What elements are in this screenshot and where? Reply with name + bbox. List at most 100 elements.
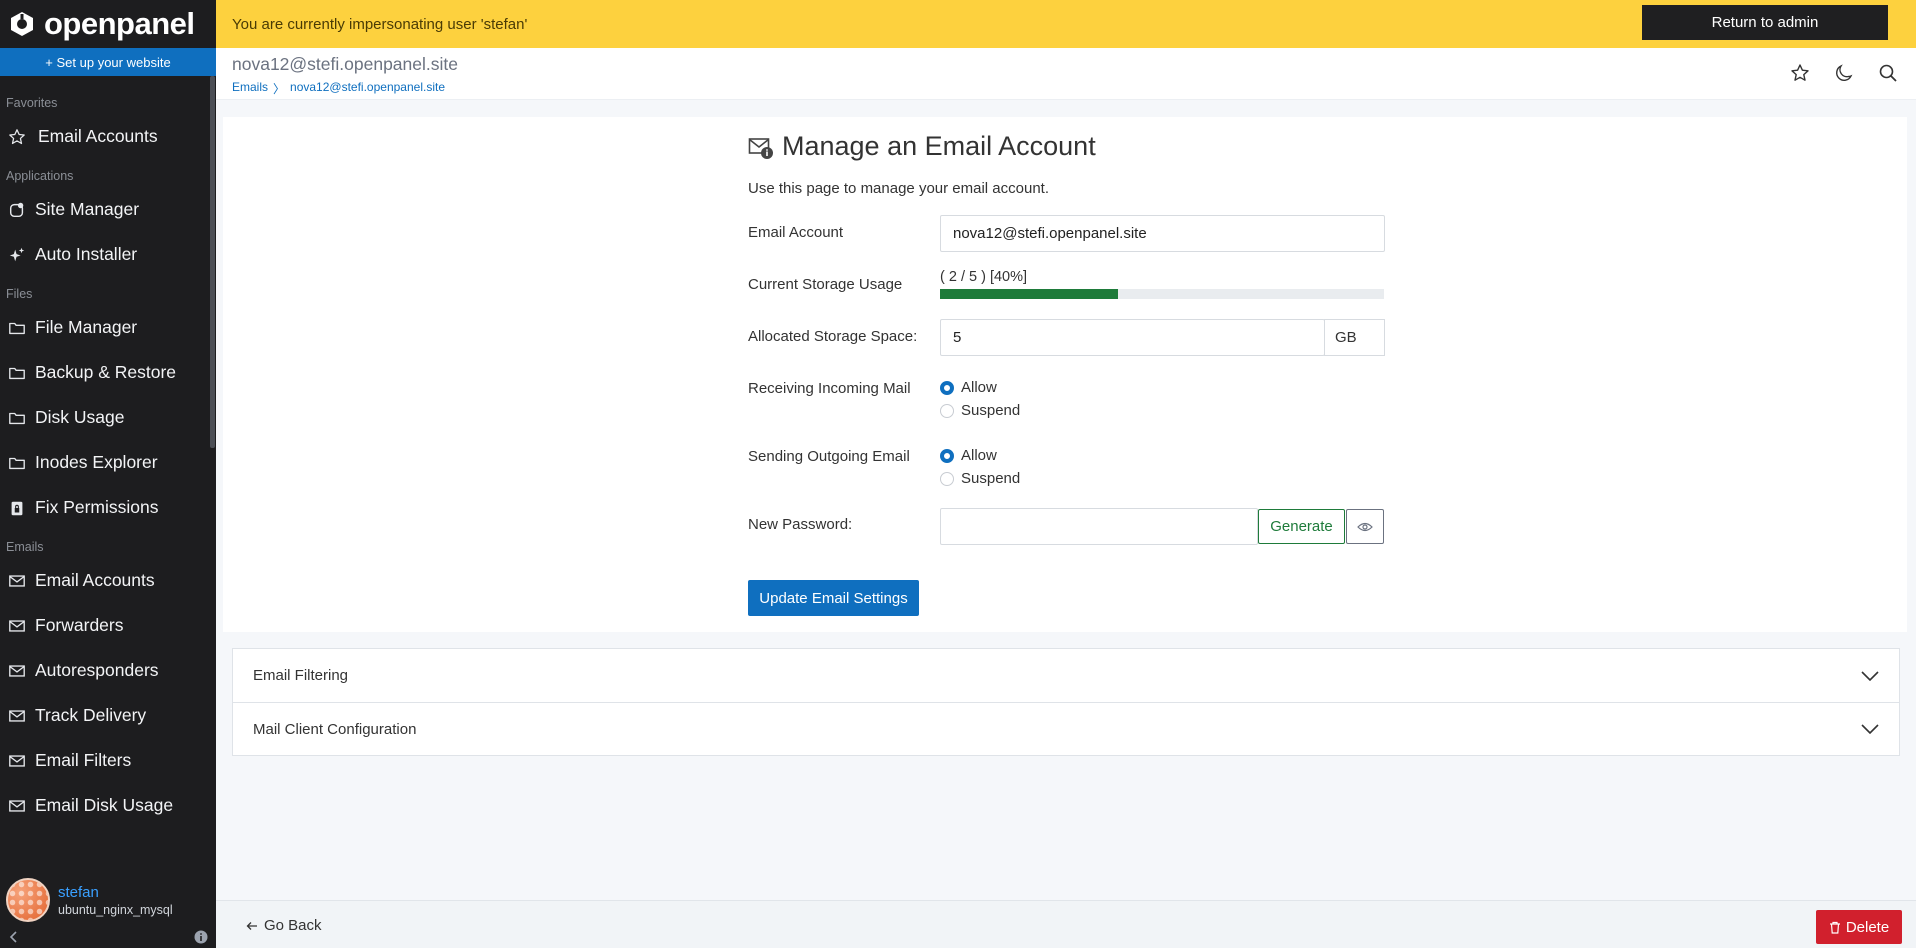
- file-lock-icon: [11, 501, 23, 515]
- radio-label: Allow: [961, 447, 997, 464]
- page-title: nova12@stefi.openpanel.site: [232, 54, 458, 74]
- impersonation-text: You are currently impersonating user 'st…: [232, 15, 528, 33]
- sidebar-item-label: Inodes Explorer: [35, 452, 158, 472]
- folder-icon: [9, 322, 25, 334]
- storage-progress-fill: [940, 289, 1118, 299]
- sidebar-item-backup-restore[interactable]: Backup & Restore: [0, 350, 216, 395]
- outgoing-allow-radio[interactable]: Allow: [940, 447, 997, 464]
- update-email-settings-button[interactable]: Update Email Settings: [748, 580, 919, 616]
- radio-control[interactable]: [940, 448, 954, 463]
- form-description: Use this page to manage your email accou…: [748, 180, 1050, 197]
- delete-label: Delete: [1845, 918, 1890, 936]
- sidebar-item-inodes-explorer[interactable]: Inodes Explorer: [0, 440, 216, 485]
- radio-control[interactable]: [940, 403, 954, 418]
- sidebar-nav: Favorites Email Accounts Applications Si…: [0, 76, 216, 828]
- user-profile[interactable]: stefan ubuntu_nginx_mysql: [0, 874, 216, 926]
- dark-mode-moon-icon[interactable]: [1834, 63, 1854, 83]
- sidebar-item-email-filters[interactable]: Email Filters: [0, 738, 216, 783]
- sidebar-item-file-manager[interactable]: File Manager: [0, 305, 216, 350]
- delete-button[interactable]: Delete: [1816, 910, 1902, 944]
- site-manager-icon: [9, 202, 24, 217]
- incoming-allow-radio[interactable]: Allow: [940, 379, 997, 396]
- sidebar-item-label: Site Manager: [35, 199, 140, 219]
- sidebar-item-email-disk-usage[interactable]: Email Disk Usage: [0, 783, 216, 828]
- search-icon[interactable]: [1878, 63, 1898, 83]
- info-icon[interactable]: [194, 930, 208, 944]
- breadcrumb-current[interactable]: nova12@stefi.openpanel.site: [290, 80, 445, 97]
- folder-icon: [9, 412, 25, 424]
- accordion-label: Mail Client Configuration: [253, 720, 417, 738]
- sidebar-item-forwarders[interactable]: Forwarders: [0, 603, 216, 648]
- nav-section-files: Files: [6, 287, 33, 301]
- sidebar-item-label: Track Delivery: [35, 705, 147, 725]
- avatar[interactable]: [6, 878, 50, 922]
- sidebar-item-fix-permissions[interactable]: Fix Permissions: [0, 485, 216, 530]
- breadcrumb: Emails 〉 nova12@stefi.openpanel.site: [232, 80, 445, 97]
- sidebar-item-email-accounts[interactable]: Email Accounts: [0, 558, 216, 603]
- breadcrumb-separator: 〉: [273, 82, 286, 96]
- settings-accordion: Email Filtering Mail Client Configuratio…: [232, 648, 1900, 756]
- allocated-storage-input[interactable]: 5: [940, 319, 1325, 356]
- header-actions: [1790, 63, 1898, 83]
- envelope-icon: [9, 799, 25, 812]
- setup-website-button[interactable]: + Set up your website: [0, 48, 216, 76]
- sidebar-item-label: Email Accounts: [35, 570, 155, 590]
- favorite-star-icon[interactable]: [1790, 63, 1810, 83]
- sidebar-item-site-manager[interactable]: Site Manager: [0, 187, 216, 232]
- manage-email-card: Manage an Email Account Use this page to…: [223, 117, 1907, 632]
- sidebar-item-disk-usage[interactable]: Disk Usage: [0, 395, 216, 440]
- radio-label: Suspend: [961, 470, 1021, 487]
- radio-label: Suspend: [961, 402, 1021, 419]
- user-name[interactable]: stefan: [58, 884, 173, 901]
- envelope-icon: [9, 754, 25, 767]
- outgoing-suspend-radio[interactable]: Suspend: [940, 470, 1020, 487]
- sidebar-item-label: Forwarders: [35, 615, 124, 635]
- toggle-password-visibility-button[interactable]: [1346, 509, 1384, 544]
- go-back-label: Go Back: [264, 917, 322, 934]
- sparkle-icon: [9, 247, 25, 261]
- radio-control[interactable]: [940, 380, 954, 395]
- brand-logo[interactable]: openpanel: [0, 0, 216, 48]
- envelope-icon: [9, 574, 25, 587]
- nav-section-applications: Applications: [6, 169, 74, 183]
- chevron-down-icon: [1861, 724, 1879, 734]
- sidebar-item-label: Autoresponders: [35, 660, 159, 680]
- radio-control[interactable]: [940, 471, 954, 486]
- sidebar-item-label: Email Accounts: [38, 126, 158, 146]
- sidebar-item-favorite-email-accounts[interactable]: Email Accounts: [0, 114, 216, 159]
- storage-usage-label: Current Storage Usage: [748, 276, 903, 293]
- sidebar-item-track-delivery[interactable]: Track Delivery: [0, 693, 216, 738]
- sidebar-item-label: Backup & Restore: [35, 362, 177, 382]
- form-title-text: Manage an Email Account: [782, 131, 1096, 161]
- sidebar-item-label: Email Filters: [35, 750, 132, 770]
- incoming-suspend-radio[interactable]: Suspend: [940, 402, 1020, 419]
- storage-progress-bar: [940, 289, 1384, 299]
- user-server-stack: ubuntu_nginx_mysql: [58, 902, 173, 917]
- accordion-email-filtering[interactable]: Email Filtering: [233, 649, 1899, 702]
- trash-icon: [1829, 921, 1840, 934]
- sidebar-scrollbar[interactable]: [210, 76, 215, 448]
- envelope-icon: [9, 664, 25, 677]
- sidebar-item-label: Fix Permissions: [35, 497, 159, 517]
- envelope-icon: [9, 709, 25, 722]
- sidebar-footer: [0, 926, 216, 948]
- sidebar-item-label: File Manager: [35, 317, 138, 337]
- sidebar: openpanel + Set up your website Favorite…: [0, 0, 216, 948]
- sidebar-item-auto-installer[interactable]: Auto Installer: [0, 232, 216, 277]
- generate-password-button[interactable]: Generate: [1258, 509, 1345, 544]
- go-back-link[interactable]: Go Back: [246, 917, 322, 934]
- impersonation-banner: You are currently impersonating user 'st…: [216, 0, 1916, 48]
- allocated-storage-label: Allocated Storage Space:: [748, 328, 918, 345]
- nav-section-favorites: Favorites: [6, 96, 58, 110]
- breadcrumb-emails-link[interactable]: Emails: [232, 80, 268, 97]
- radio-label: Allow: [961, 379, 997, 396]
- openpanel-logo-icon: [11, 12, 33, 36]
- email-account-field[interactable]: nova12@stefi.openpanel.site: [940, 215, 1385, 252]
- sidebar-item-label: Auto Installer: [35, 244, 138, 264]
- accordion-mail-client-configuration[interactable]: Mail Client Configuration: [233, 702, 1899, 755]
- sidebar-item-autoresponders[interactable]: Autoresponders: [0, 648, 216, 693]
- page-footer: Go Back Delete: [216, 900, 1916, 948]
- collapse-sidebar-icon[interactable]: [8, 930, 20, 944]
- new-password-input[interactable]: [940, 508, 1258, 545]
- return-to-admin-button[interactable]: Return to admin: [1642, 5, 1888, 40]
